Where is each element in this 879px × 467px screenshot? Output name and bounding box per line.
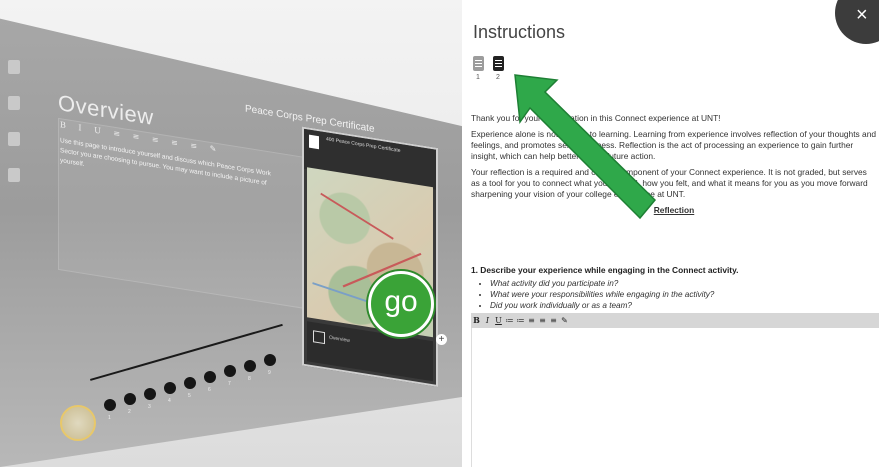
- timeline-dot[interactable]: [184, 376, 196, 389]
- instructions-title: Instructions: [473, 22, 566, 42]
- document-icon: [8, 96, 20, 110]
- intro-paragraph: Thank you for your participation in this…: [471, 113, 721, 123]
- align-center-button[interactable]: ≡: [537, 313, 548, 328]
- card-header-text: 400 Peace Corps Prep Certificate: [326, 136, 401, 155]
- numbered-list-button[interactable]: ≔: [504, 313, 515, 328]
- timeline-thumbnail[interactable]: [60, 405, 96, 441]
- align-left-button[interactable]: ≡: [526, 313, 537, 328]
- timeline-dot-number: 8: [248, 375, 251, 382]
- timeline-dot[interactable]: [164, 382, 176, 395]
- step-number: 2: [496, 74, 500, 81]
- timeline-dot[interactable]: [224, 365, 236, 378]
- timeline-dot-number: 7: [228, 381, 231, 388]
- bold-button[interactable]: B: [471, 313, 482, 328]
- document-icon: [472, 56, 484, 71]
- align-right-button[interactable]: ≡: [548, 313, 559, 328]
- close-button[interactable]: ×: [835, 0, 879, 44]
- step-tab-1[interactable]: 1: [471, 56, 485, 81]
- timeline-dot-number: 3: [148, 403, 151, 410]
- app-preview: Overview Peace Corps Prep Certificate B …: [0, 0, 462, 467]
- close-icon: ×: [856, 4, 868, 26]
- underline-button[interactable]: U: [493, 313, 504, 328]
- go-button[interactable]: go: [368, 271, 434, 337]
- timeline-dot-number: 9: [268, 370, 271, 377]
- reflection-heading: Reflection: [653, 205, 695, 215]
- experience-paragraph: Experience alone is not the key to learn…: [471, 129, 877, 161]
- card-footer-text: Overview: [329, 334, 350, 345]
- question-bullet: What activity did you participate in?: [490, 278, 714, 289]
- timeline: 1 2 3 4 5 6 7 8 9: [60, 323, 290, 441]
- instructions-body: Thank you for your participation in this…: [471, 113, 877, 216]
- timeline-dot-number: 2: [128, 409, 131, 416]
- editor-toolbar: B I U ≔ ≔ ≡ ≡ ≡ ✎: [471, 313, 879, 328]
- reflection-answer-editor[interactable]: [471, 328, 878, 467]
- timeline-dot-number: 5: [188, 392, 191, 399]
- question-title: 1. Describe your experience while engagi…: [471, 265, 739, 275]
- timeline-dot-number: 1: [108, 415, 111, 421]
- timeline-dot[interactable]: [244, 359, 256, 372]
- timeline-dot[interactable]: [144, 387, 156, 400]
- timeline-dot-number: 4: [168, 398, 171, 405]
- shield-icon: [8, 168, 20, 182]
- step-number: 1: [476, 74, 480, 81]
- link-button[interactable]: ✎: [559, 313, 570, 328]
- preview-side-icons: [6, 60, 26, 204]
- step-tab-2[interactable]: 2: [491, 56, 505, 81]
- bullet-list-button[interactable]: ≔: [515, 313, 526, 328]
- instructions-panel: × Instructions 1 2 Thank you for your pa…: [462, 0, 879, 467]
- add-button[interactable]: +: [436, 334, 447, 345]
- italic-button[interactable]: I: [482, 313, 493, 328]
- question-bullet: What were your responsibilities while en…: [490, 289, 714, 300]
- reflection-paragraph: Your reflection is a required and critic…: [471, 167, 868, 199]
- timeline-dot[interactable]: [204, 371, 216, 383]
- timeline-dot[interactable]: [124, 393, 136, 406]
- play-icon: [313, 330, 325, 345]
- file-icon: [309, 134, 319, 150]
- timeline-dot-number: 6: [208, 387, 211, 393]
- question-bullet: Did you work individually or as a team?: [490, 300, 714, 311]
- document-icon: [492, 56, 504, 71]
- timeline-dot[interactable]: [104, 399, 116, 411]
- map-card: 400 Peace Corps Prep Certificate Overvie…: [302, 126, 438, 388]
- tag-icon: [8, 132, 20, 146]
- user-icon: [8, 60, 20, 74]
- question-bullets: What activity did you participate in? Wh…: [482, 278, 714, 311]
